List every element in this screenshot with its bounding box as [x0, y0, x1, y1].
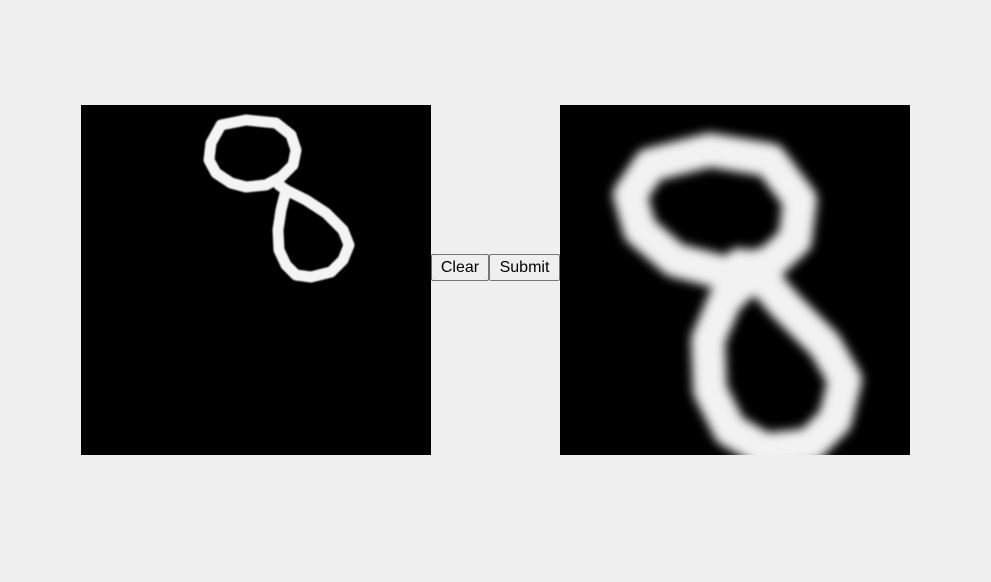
- digit-drawing-app: Clear Submit: [0, 0, 991, 582]
- controls-toolbar: Clear Submit: [431, 254, 560, 281]
- drawing-canvas[interactable]: [81, 105, 431, 455]
- clear-button[interactable]: Clear: [431, 254, 489, 281]
- preview-canvas: [560, 105, 910, 455]
- handwritten-digit-drawing: [203, 114, 355, 283]
- processed-digit-preview: [613, 133, 862, 455]
- submit-button[interactable]: Submit: [489, 254, 560, 281]
